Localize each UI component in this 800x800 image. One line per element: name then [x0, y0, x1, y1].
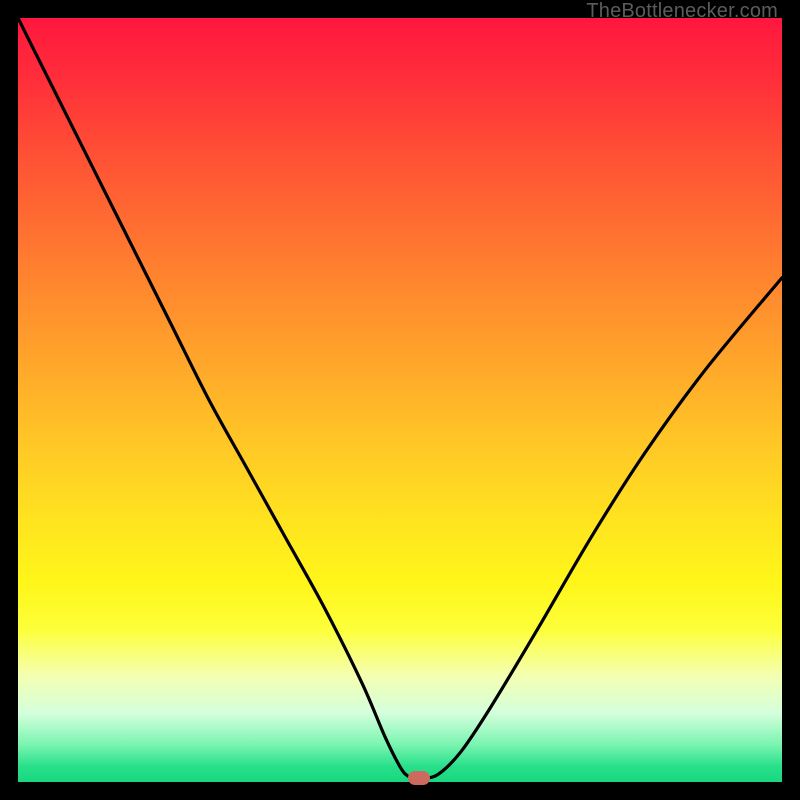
curve-svg	[18, 18, 782, 782]
optimal-point-marker	[408, 771, 430, 785]
plot-area	[18, 18, 782, 782]
bottleneck-curve	[18, 18, 782, 779]
chart-frame: TheBottlenecker.com	[0, 0, 800, 800]
